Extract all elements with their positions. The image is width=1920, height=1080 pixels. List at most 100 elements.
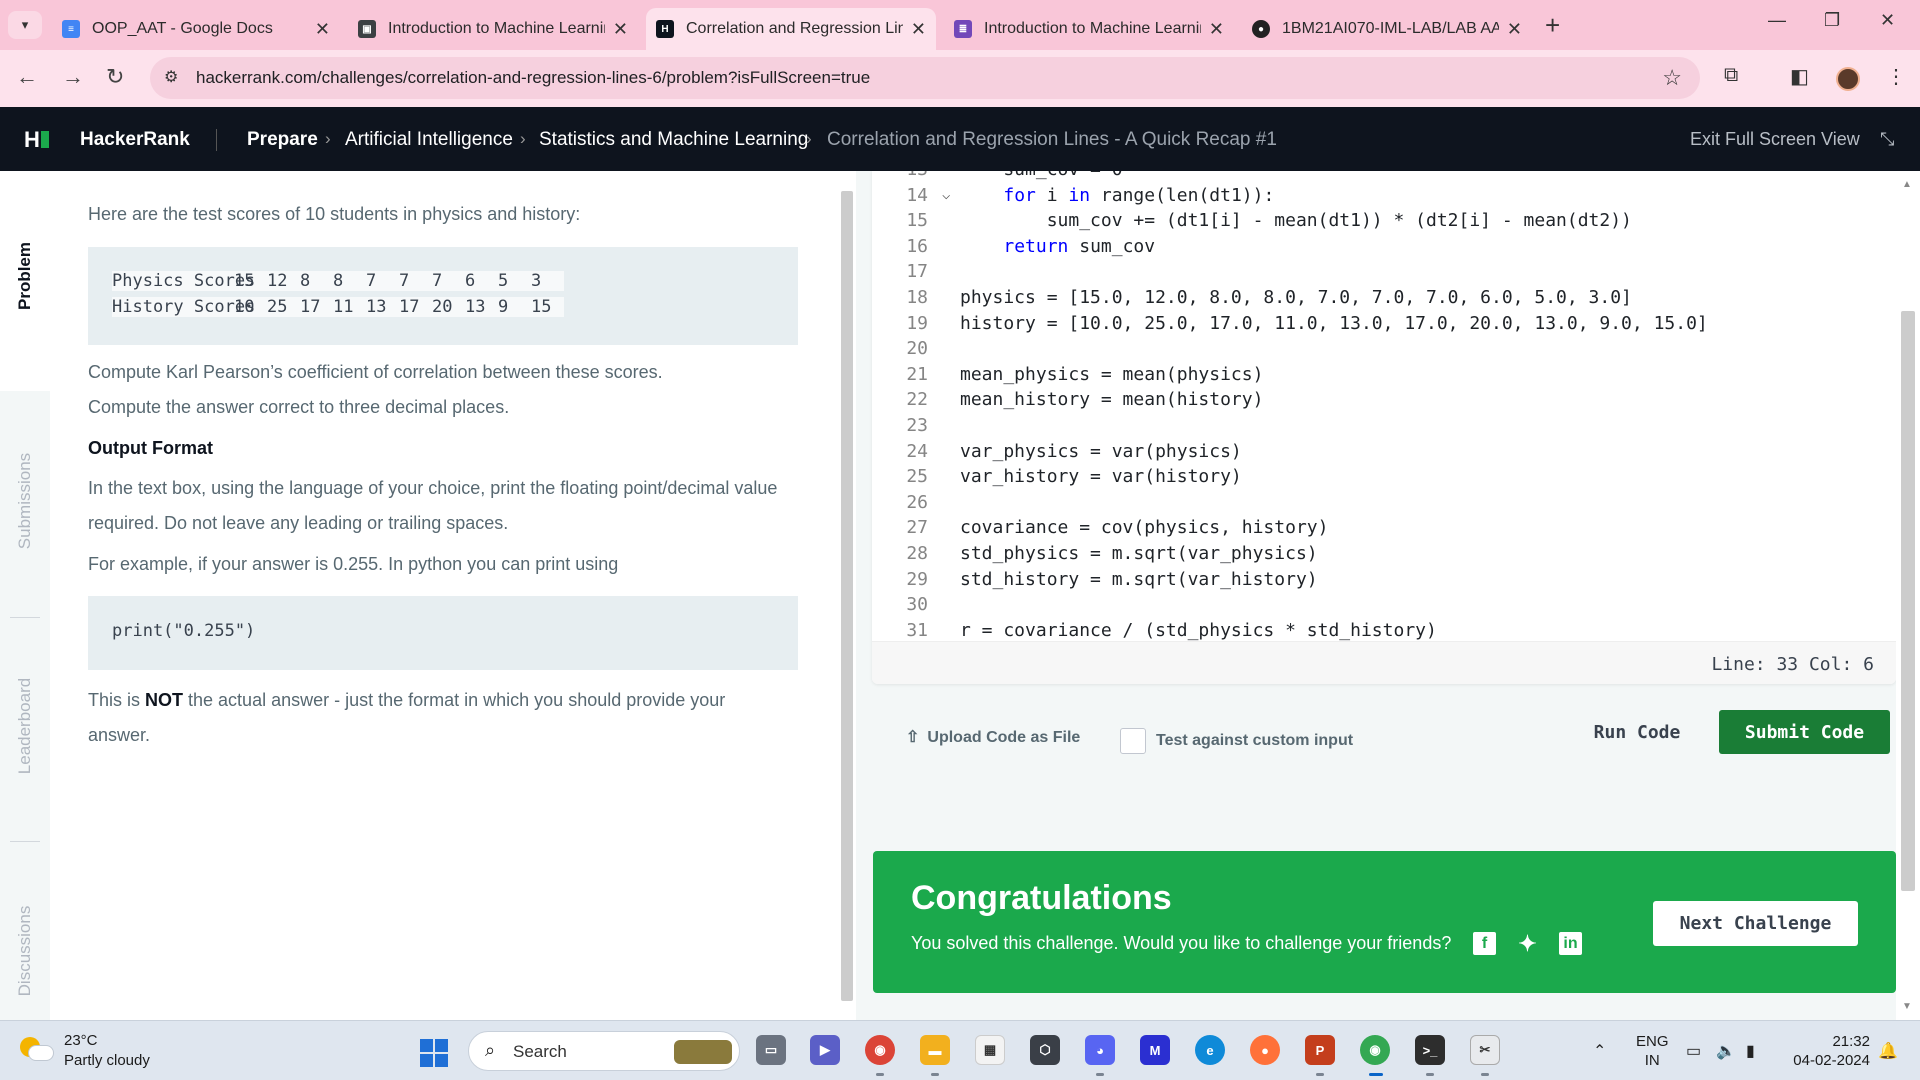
code-line[interactable]: 29 std_history = m.sqrt(var_history): [872, 567, 1896, 592]
close-tab-icon[interactable]: ✕: [315, 19, 330, 40]
tab-search-dropdown[interactable]: ▾: [8, 11, 42, 39]
menu-icon[interactable]: ⋮: [1886, 64, 1906, 89]
site-info-icon[interactable]: ⚙: [164, 67, 178, 87]
scrollbar-thumb[interactable]: [841, 191, 853, 1001]
run-code-button[interactable]: Run Code: [1572, 710, 1702, 754]
battery-icon[interactable]: ▮: [1746, 1041, 1755, 1061]
code-text[interactable]: history = [10.0, 25.0, 17.0, 11.0, 13.0,…: [960, 311, 1708, 336]
hackerrank-logo-icon[interactable]: H: [24, 127, 49, 153]
code-text[interactable]: sum_cov += (dt1[i] - mean(dt1)) * (dt2[i…: [960, 208, 1632, 233]
new-tab-icon[interactable]: +: [1545, 10, 1560, 41]
code-text[interactable]: sum_cov = 0: [960, 171, 1122, 182]
browser-tab-google-docs[interactable]: ≡ OOP_AAT - Google Docs ✕: [52, 8, 340, 50]
next-challenge-button[interactable]: Next Challenge: [1653, 901, 1858, 946]
code-text[interactable]: mean_history = mean(history): [960, 387, 1263, 412]
firefox-icon[interactable]: ●: [1250, 1035, 1280, 1065]
show-hidden-icons-icon[interactable]: ⌃: [1593, 1041, 1606, 1061]
code-line[interactable]: 30: [872, 592, 1896, 617]
code-line[interactable]: 14 ⌵ for i in range(len(dt1)):: [872, 183, 1896, 208]
edge-icon[interactable]: e: [1195, 1035, 1225, 1065]
code-line[interactable]: 25 var_history = var(history): [872, 464, 1896, 489]
close-tab-icon[interactable]: ✕: [911, 19, 926, 40]
code-line[interactable]: 17: [872, 259, 1896, 284]
tab-submissions[interactable]: Submissions: [15, 453, 35, 549]
url-bar[interactable]: ⚙ hackerrank.com/challenges/correlation-…: [150, 57, 1700, 99]
bookmark-star-icon[interactable]: ☆: [1662, 65, 1682, 91]
browser-tab-github[interactable]: ● 1BM21AI070-IML-LAB/LAB AAT ✕: [1242, 8, 1532, 50]
code-line[interactable]: 20: [872, 336, 1896, 361]
close-tab-icon[interactable]: ✕: [1507, 19, 1522, 40]
forward-icon[interactable]: →: [62, 64, 84, 90]
terminal-icon[interactable]: >_: [1415, 1035, 1445, 1065]
browser-tab-hackerrank[interactable]: H Correlation and Regression Line ✕: [646, 8, 936, 50]
code-text[interactable]: return sum_cov: [960, 234, 1155, 259]
code-line[interactable]: 18 physics = [15.0, 12.0, 8.0, 8.0, 7.0, …: [872, 285, 1896, 310]
code-text[interactable]: for i in range(len(dt1)):: [960, 183, 1274, 208]
code-text[interactable]: r = covariance / (std_physics * std_hist…: [960, 618, 1437, 643]
upload-code-button[interactable]: ⇧ Upload Code as File: [906, 727, 1080, 747]
scrollbar-thumb[interactable]: [1901, 311, 1915, 891]
breadcrumb-prepare[interactable]: Prepare: [247, 129, 318, 151]
chrome-icon[interactable]: ◉: [865, 1035, 895, 1065]
code-text[interactable]: std_physics = m.sqrt(var_physics): [960, 541, 1318, 566]
code-line[interactable]: 16 return sum_cov: [872, 234, 1896, 259]
breadcrumb-artificial-intelligence[interactable]: Artificial Intelligence: [345, 129, 513, 151]
weather-icon[interactable]: [20, 1035, 54, 1065]
notification-bell-icon[interactable]: 🔔: [1878, 1041, 1898, 1061]
code-text[interactable]: var_physics = var(physics): [960, 439, 1242, 464]
code-text[interactable]: mean_physics = mean(physics): [960, 362, 1263, 387]
discord-icon[interactable]: ◕: [1085, 1035, 1115, 1065]
collapse-icon[interactable]: ⤡: [1880, 129, 1894, 150]
profile-avatar[interactable]: [1836, 67, 1860, 91]
reload-icon[interactable]: ↻: [106, 64, 124, 90]
code-line[interactable]: 23: [872, 413, 1896, 438]
code-editor[interactable]: 13 sum_cov = 0 14 ⌵ for i in range(len(dt1…: [872, 171, 1896, 684]
volume-icon[interactable]: 🔈: [1716, 1041, 1736, 1061]
exit-fullscreen-link[interactable]: Exit Full Screen View: [1690, 129, 1860, 150]
code-text[interactable]: std_history = m.sqrt(var_history): [960, 567, 1318, 592]
editor-scrollbar[interactable]: ▲ ▼: [1896, 171, 1920, 1020]
custom-input-label[interactable]: Test against custom input: [1156, 732, 1353, 750]
brand-name[interactable]: HackerRank: [80, 129, 190, 151]
code-line[interactable]: 28 std_physics = m.sqrt(var_physics): [872, 541, 1896, 566]
code-text[interactable]: var_history = var(history): [960, 464, 1242, 489]
code-line[interactable]: 19 history = [10.0, 25.0, 17.0, 11.0, 13.…: [872, 311, 1896, 336]
scroll-down-icon[interactable]: ▼: [1902, 1001, 1912, 1012]
fold-chevron-icon[interactable]: ⌵: [942, 183, 950, 208]
code-line[interactable]: 31 r = covariance / (std_physics * std_hi…: [872, 618, 1896, 643]
facebook-icon[interactable]: f: [1473, 932, 1496, 955]
code-line[interactable]: 26: [872, 490, 1896, 515]
url-text[interactable]: hackerrank.com/challenges/correlation-an…: [196, 68, 870, 88]
close-window-icon[interactable]: ✕: [1880, 10, 1895, 31]
code-line[interactable]: 21 mean_physics = mean(physics): [872, 362, 1896, 387]
custom-input-checkbox[interactable]: [1120, 728, 1146, 754]
twitter-icon[interactable]: ✦: [1516, 931, 1539, 956]
chrome-profile-icon[interactable]: ◉: [1360, 1035, 1390, 1065]
pane-resize-handle[interactable]: [856, 171, 868, 1020]
breadcrumb-statistics-ml[interactable]: Statistics and Machine Learning: [539, 129, 808, 151]
side-panel-icon[interactable]: ◧: [1790, 64, 1809, 89]
scroll-up-icon[interactable]: ▲: [1902, 179, 1912, 190]
windows-start-icon[interactable]: [420, 1039, 448, 1067]
powerpoint-icon[interactable]: P: [1305, 1035, 1335, 1065]
restore-icon[interactable]: ❐: [1824, 10, 1840, 31]
epic-games-icon[interactable]: ⬡: [1030, 1035, 1060, 1065]
weather-condition[interactable]: Partly cloudy: [64, 1052, 150, 1069]
weather-temp[interactable]: 23°C: [64, 1032, 98, 1049]
tab-leaderboard[interactable]: Leaderboard: [15, 678, 35, 774]
mathpix-icon[interactable]: M: [1140, 1035, 1170, 1065]
teams-icon[interactable]: ▶: [810, 1035, 840, 1065]
network-icon[interactable]: ▭: [1686, 1041, 1701, 1061]
code-line[interactable]: 15 sum_cov += (dt1[i] - mean(dt1)) * (dt…: [872, 208, 1896, 233]
browser-tab-classroom[interactable]: ▣ Introduction to Machine Learnin ✕: [348, 8, 638, 50]
submit-code-button[interactable]: Submit Code: [1719, 710, 1890, 754]
close-tab-icon[interactable]: ✕: [613, 19, 628, 40]
taskbar-search[interactable]: ⌕ Search: [468, 1031, 740, 1071]
tab-problem[interactable]: Problem: [15, 242, 35, 310]
tab-discussions[interactable]: Discussions: [15, 906, 35, 997]
code-text[interactable]: physics = [15.0, 12.0, 8.0, 8.0, 7.0, 7.…: [960, 285, 1632, 310]
code-text[interactable]: covariance = cov(physics, history): [960, 515, 1328, 540]
file-explorer-icon[interactable]: ▬: [920, 1035, 950, 1065]
system-clock[interactable]: 21:32 04-02-2024: [1788, 1032, 1870, 1070]
code-line[interactable]: 24 var_physics = var(physics): [872, 439, 1896, 464]
